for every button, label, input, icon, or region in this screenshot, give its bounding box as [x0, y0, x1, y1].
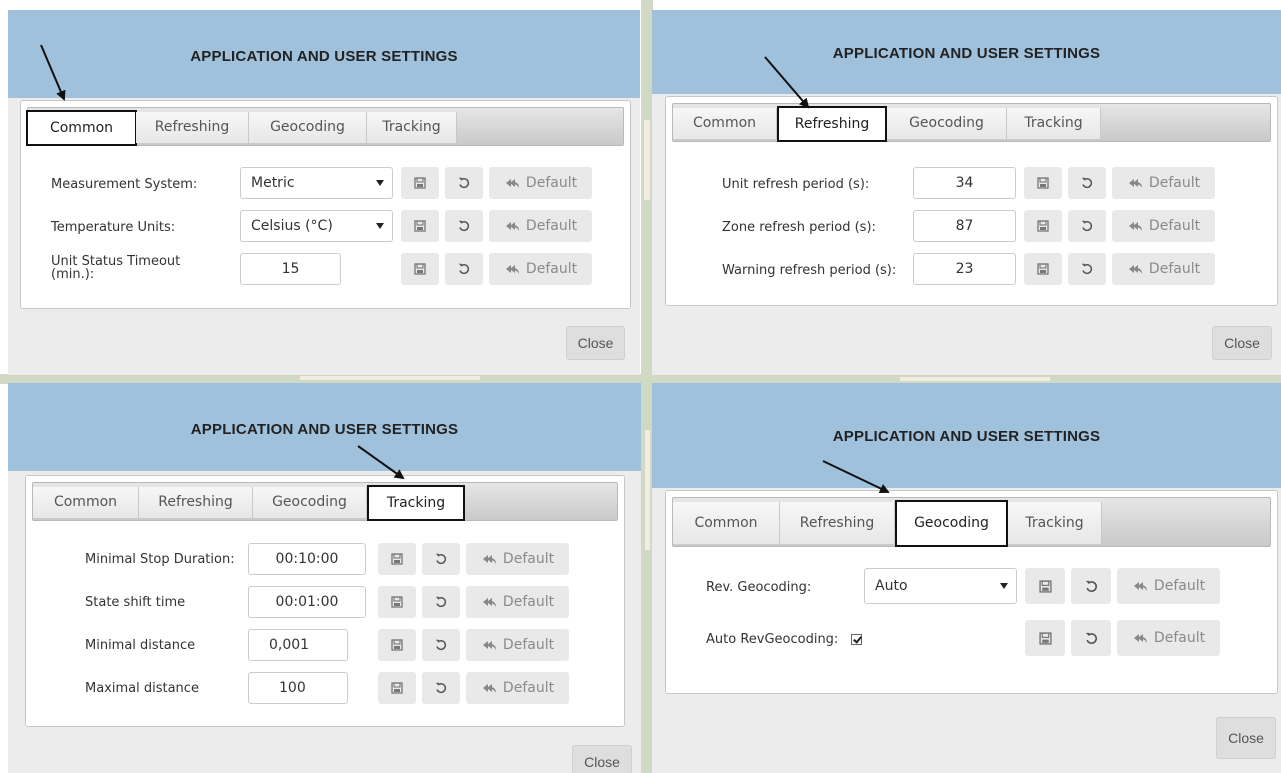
arrow-to-geocoding-tab [822, 460, 890, 494]
arrow-to-refreshing-tab [764, 56, 810, 109]
annotation-arrows [40, 44, 890, 494]
arrow-to-tracking-tab [357, 445, 405, 480]
arrow-to-common-tab [40, 44, 66, 101]
